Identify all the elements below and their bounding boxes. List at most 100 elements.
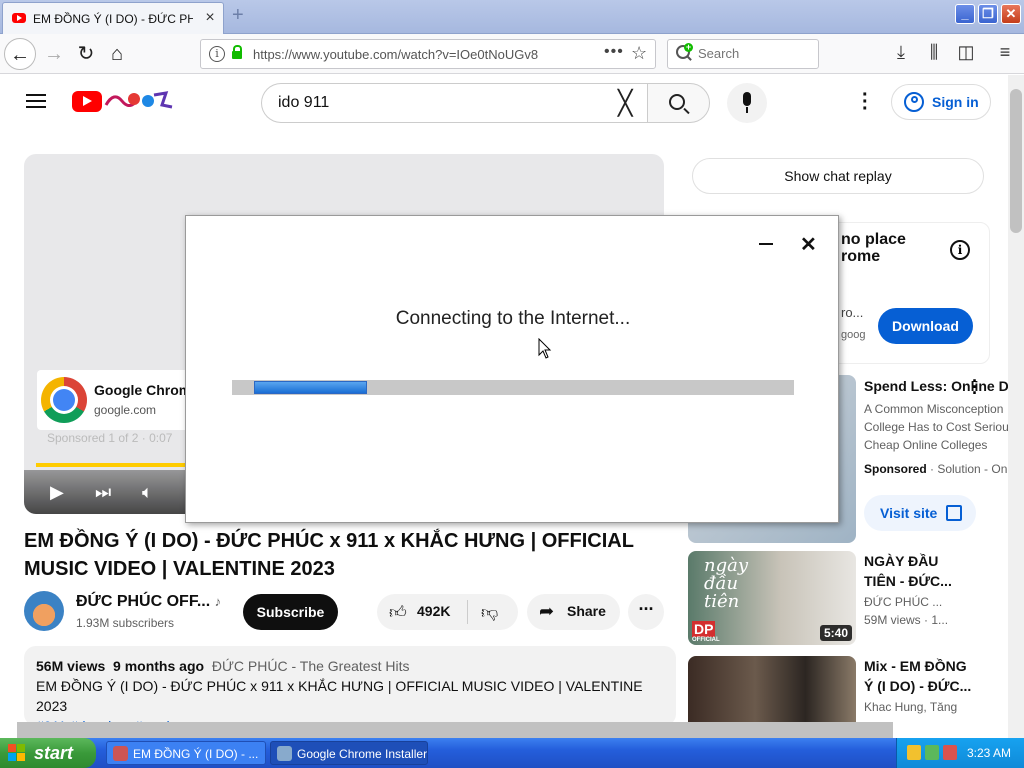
like-divider (467, 600, 468, 624)
dislike-icon[interactable]: 👎︎ (481, 602, 498, 623)
promo-title: Spend Less: Online De (864, 378, 1012, 394)
back-button[interactable]: ← (4, 38, 36, 70)
new-tab-icon[interactable]: + (232, 4, 244, 27)
youtube-search-button[interactable] (647, 83, 710, 123)
security-shield-icon[interactable] (907, 745, 921, 760)
ad-domain: google.com (94, 403, 157, 417)
forward-button[interactable]: → (38, 38, 70, 70)
rec-thumbnail-1[interactable]: ngày đầu tiên DP OFFICIAL 5:40 (688, 551, 856, 645)
start-button[interactable]: start (0, 738, 96, 768)
site-info-icon[interactable]: i (209, 46, 225, 62)
video-duration: 5:40 (819, 625, 852, 641)
window-close-button[interactable]: ✕ (1001, 4, 1021, 24)
description-box[interactable]: 56M views 9 months ago ĐỨC PHÚC - The Gr… (24, 646, 676, 734)
window-restore-button[interactable]: ❐ (978, 4, 998, 24)
network-icon[interactable] (925, 745, 939, 760)
youtube-logo-icon[interactable] (72, 91, 102, 112)
menu-icon[interactable]: ≡ (993, 42, 1017, 63)
search-icon (669, 94, 685, 110)
companion-ad-title: no place rome (841, 231, 906, 265)
external-link-icon (946, 505, 962, 521)
installer-progress-bar (232, 380, 794, 395)
youtube-favicon-icon (12, 13, 26, 23)
voice-search-button[interactable] (727, 83, 767, 123)
taskbar-clock: 3:23 AM (967, 746, 1012, 760)
rec-thumbnail-2[interactable] (688, 656, 856, 726)
download-button[interactable]: Download (878, 308, 973, 344)
channel-avatar[interactable] (24, 591, 64, 631)
horizontal-scrollbar[interactable] (17, 722, 893, 738)
home-button[interactable]: ⌂ (101, 38, 133, 70)
reload-button[interactable]: ↻ (70, 38, 102, 70)
dp-official-sub: OFFICIAL (692, 637, 720, 643)
promo-desc-1: A Common Misconception (864, 402, 1004, 416)
window-minimize-button[interactable]: _ (955, 4, 975, 24)
address-url[interactable]: https://www.youtube.com/watch?v=IOe0tNoU… (253, 47, 538, 62)
share-label: Share (567, 603, 606, 619)
settings-kebab-icon[interactable]: · · · (862, 85, 869, 119)
dialog-minimize-icon[interactable] (759, 243, 773, 245)
dialog-close-icon[interactable]: ✕ (800, 232, 817, 257)
address-bar[interactable]: i https://www.youtube.com/watch?v=IOe0tN… (200, 39, 656, 69)
windows-taskbar: start EM ĐỒNG Ý (I DO) - ... Google Chro… (0, 738, 1024, 768)
rec-info-1[interactable]: NGÀY ĐẦU TIÊN - ĐỨC... ĐỨC PHÚC ... 59M v… (864, 551, 1012, 629)
rec-info-2[interactable]: Mix - EM ĐỒNG Ý (I DO) - ĐỨC... Khac Hung… (864, 656, 1012, 716)
browser-search-box[interactable]: + (667, 39, 819, 69)
dialog-message: Connecting to the Internet... (395, 308, 631, 329)
youtube-search-input[interactable] (278, 94, 608, 112)
next-icon[interactable]: ⏭ (95, 482, 111, 503)
rec-title-2: Mix - EM ĐỒNG Ý (I DO) - ĐỨC... (864, 658, 972, 694)
rec-channel-1: ĐỨC PHÚC ... (864, 595, 943, 609)
subscriber-count: 1.93M subscribers (76, 616, 175, 630)
ad-sponsored-label: Sponsored 1 of 2 · 0:07 (47, 431, 173, 445)
channel-name[interactable]: ĐỨC PHÚC OFF... ♪ (76, 593, 221, 611)
guide-menu-icon[interactable] (26, 94, 46, 108)
play-icon[interactable]: ▶ (50, 482, 64, 503)
installer-app-icon (277, 746, 292, 761)
visit-site-button[interactable]: Visit site (864, 495, 976, 531)
promo-menu-icon[interactable]: · · · (972, 372, 978, 402)
page-actions-icon[interactable]: ••• (604, 43, 624, 61)
promo-desc-3: Cheap Online Colleges (864, 438, 988, 452)
rec-title-1: NGÀY ĐẦU TIÊN - ĐỨC... (864, 553, 952, 589)
youtube-doodle[interactable] (104, 89, 174, 111)
tab-title: EM ĐỒNG Ý (I DO) - ĐỨC PHÚC x (33, 12, 193, 26)
system-tray: 3:23 AM (896, 738, 1024, 768)
rec-channel-2: Khac Hung, Tăng (864, 700, 958, 714)
clear-search-icon[interactable]: ╳ (618, 89, 632, 118)
sidebar-icon[interactable]: ◫ (954, 42, 978, 63)
share-button[interactable]: ➦ Share (527, 594, 620, 630)
account-icon (904, 92, 924, 112)
volume-icon[interactable]: 🔈︎ (142, 482, 153, 503)
show-chat-replay-button[interactable]: Show chat replay (692, 158, 984, 194)
bookmark-star-icon[interactable]: ☆ (631, 43, 647, 64)
windows-logo-icon (8, 744, 26, 762)
tab-close-icon[interactable]: × (202, 9, 218, 27)
sign-in-button[interactable]: Sign in (891, 84, 991, 120)
like-count[interactable]: 492K (417, 603, 450, 619)
more-actions-button[interactable]: ··· (628, 594, 664, 630)
ad-info-icon[interactable]: i (950, 240, 970, 260)
ad-overlay-card[interactable]: Google Chrom google.com (37, 370, 207, 430)
browser-tab[interactable]: EM ĐỒNG Ý (I DO) - ĐỨC PHÚC x × (2, 2, 224, 34)
youtube-search-box[interactable]: ╳ (261, 83, 648, 123)
library-icon[interactable]: ⫼ (922, 42, 946, 63)
subscribe-button[interactable]: Subscribe (243, 594, 338, 630)
taskbar-item-browser[interactable]: EM ĐỒNG Ý (I DO) - ... (106, 741, 266, 765)
vertical-scrollbar[interactable] (1008, 75, 1024, 738)
mouse-cursor-icon (538, 338, 552, 359)
installer-progress-fill (254, 381, 367, 394)
like-icon[interactable]: 👍︎ (389, 602, 407, 623)
scrollbar-thumb[interactable] (1010, 89, 1022, 233)
downloads-icon[interactable]: ⤓ (889, 42, 913, 63)
browser-search-input[interactable] (698, 46, 808, 61)
description-meta: 56M views 9 months ago ĐỨC PHÚC - The Gr… (36, 658, 410, 674)
browser-nav-bar: ← → ↻ ⌂ i https://www.youtube.com/watch?… (0, 34, 1024, 74)
video-title: EM ĐỒNG Ý (I DO) - ĐỨC PHÚC x 911 x KHẮC… (24, 530, 634, 580)
alert-shield-icon[interactable] (943, 745, 957, 760)
taskbar-item-installer[interactable]: Google Chrome Installer (270, 741, 428, 765)
dp-official-logo: DP (692, 621, 716, 637)
promo-info[interactable]: Spend Less: Online De A Common Misconcep… (864, 376, 1012, 478)
music-note-icon: ♪ (214, 594, 222, 609)
lock-icon (232, 45, 242, 59)
